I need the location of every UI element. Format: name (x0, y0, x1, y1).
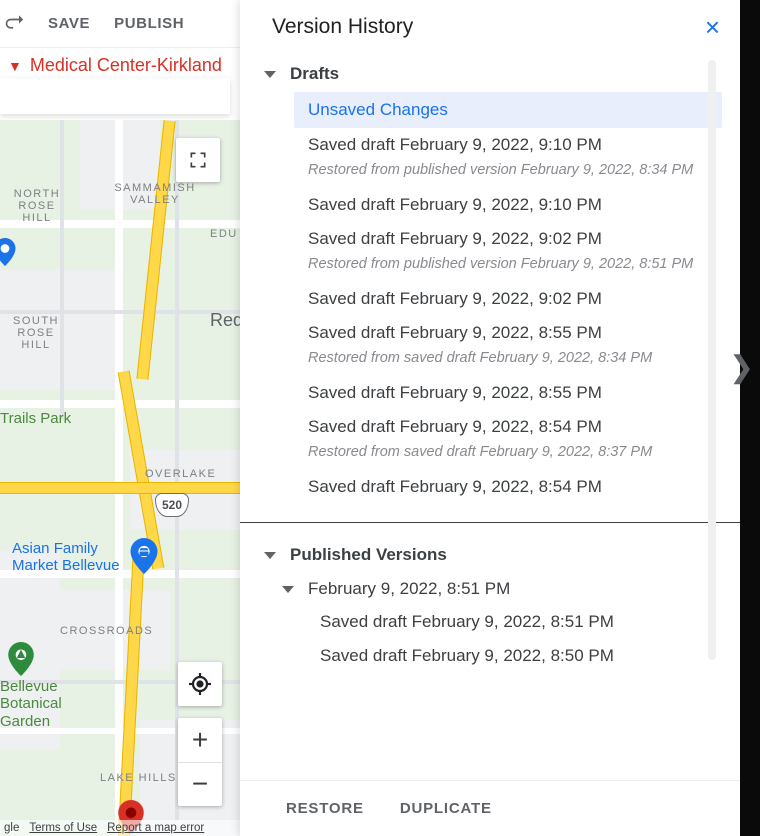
collapse-panel-arrow[interactable]: ❮ (729, 350, 754, 385)
location-tag-text: Medical Center-Kirkland (30, 55, 222, 76)
published-entry[interactable]: Saved draft February 9, 2022, 8:50 PM (240, 639, 740, 673)
report-error-link[interactable]: Report a map error (107, 822, 204, 834)
zoom-in-button[interactable]: + (178, 718, 222, 763)
map-footer: gle Terms of Use Report a map error (0, 820, 240, 836)
draft-entry[interactable]: Saved draft February 9, 2022, 8:54 PM (240, 470, 740, 504)
draft-entry[interactable]: Saved draft February 9, 2022, 9:10 PM (240, 188, 740, 222)
section-published[interactable]: Published Versions (240, 535, 740, 573)
section-drafts[interactable]: Drafts (240, 54, 740, 92)
draft-entry[interactable]: Saved draft February 9, 2022, 9:02 PM (240, 282, 740, 316)
fullscreen-button[interactable] (176, 138, 220, 182)
map-shop-pin[interactable] (130, 538, 158, 574)
map-city-label: Redm (210, 310, 240, 331)
draft-entry-note: Restored from published version February… (240, 256, 740, 282)
redo-icon[interactable] (4, 12, 24, 36)
panel-body: Drafts Unsaved Changes Saved draft Febru… (240, 54, 740, 836)
zoom-control: + − (178, 718, 222, 806)
draft-entry[interactable]: Unsaved Changes (294, 92, 722, 128)
publish-button[interactable]: PUBLISH (114, 15, 184, 32)
scrollbar[interactable] (708, 60, 716, 660)
window-edge (740, 0, 760, 836)
published-entry[interactable]: Saved draft February 9, 2022, 8:51 PM (240, 605, 740, 639)
chevron-down-icon (282, 586, 294, 593)
save-button[interactable]: SAVE (48, 15, 90, 32)
panel-title: Version History (272, 15, 413, 39)
close-button[interactable]: × (705, 14, 720, 40)
map-park-label: Trails Park (0, 410, 71, 427)
draft-entry-note: Restored from published version February… (240, 162, 740, 188)
route-shield: 520 (155, 493, 189, 517)
section-drafts-label: Drafts (290, 64, 339, 84)
draft-entry-note: Restored from saved draft February 9, 20… (240, 444, 740, 470)
map-garden-label: BellevueBotanicalGarden (0, 678, 62, 730)
tag-dropdown-card (0, 78, 230, 114)
section-published-label: Published Versions (290, 545, 447, 565)
caret-down-icon: ▼ (8, 58, 22, 74)
map-label: EDU (210, 228, 238, 240)
map-label: LAKE HILLS (100, 772, 177, 784)
draft-entry[interactable]: Saved draft February 9, 2022, 8:55 PM (240, 376, 740, 410)
location-tag[interactable]: ▼ Medical Center-Kirkland (0, 55, 222, 76)
map-label: SOUTH ROSE HILL (6, 315, 66, 351)
draft-entry[interactable]: Saved draft February 9, 2022, 8:55 PM (240, 316, 740, 350)
locate-button[interactable] (178, 662, 222, 706)
map-label: CROSSROADS (60, 625, 153, 637)
zoom-out-button[interactable]: − (178, 763, 222, 807)
map-label: OVERLAKE (145, 468, 216, 480)
draft-entry[interactable]: Saved draft February 9, 2022, 8:54 PM (240, 410, 740, 444)
map-park-pin[interactable] (8, 642, 34, 676)
chevron-down-icon (264, 71, 276, 78)
map-label: NORTH ROSE HILL (4, 188, 70, 224)
panel-actions: RESTORE DUPLICATE (240, 780, 740, 836)
panel-header: Version History × (240, 0, 740, 54)
version-history-panel: Version History × Drafts Unsaved Changes… (240, 0, 740, 836)
map-shop-label: Asian FamilyMarket Bellevue (12, 540, 120, 575)
map-canvas[interactable]: NORTH ROSE HILL SAMMAMISH VALLEY EDU SOU… (0, 120, 240, 836)
draft-entry[interactable]: Saved draft February 9, 2022, 9:02 PM (240, 222, 740, 256)
restore-button[interactable]: RESTORE (286, 800, 364, 817)
chevron-down-icon (264, 552, 276, 559)
map-generic-pin[interactable] (0, 238, 16, 266)
published-group[interactable]: February 9, 2022, 8:51 PM (240, 573, 740, 605)
published-group-label: February 9, 2022, 8:51 PM (308, 579, 510, 599)
duplicate-button[interactable]: DUPLICATE (400, 800, 492, 817)
draft-entry-note: Restored from saved draft February 9, 20… (240, 350, 740, 376)
draft-entry[interactable]: Saved draft February 9, 2022, 9:10 PM (240, 128, 740, 162)
map-label: SAMMAMISH VALLEY (110, 182, 200, 206)
section-divider (240, 522, 740, 523)
terms-link[interactable]: Terms of Use (29, 822, 97, 834)
map-attrib: gle (4, 822, 19, 834)
